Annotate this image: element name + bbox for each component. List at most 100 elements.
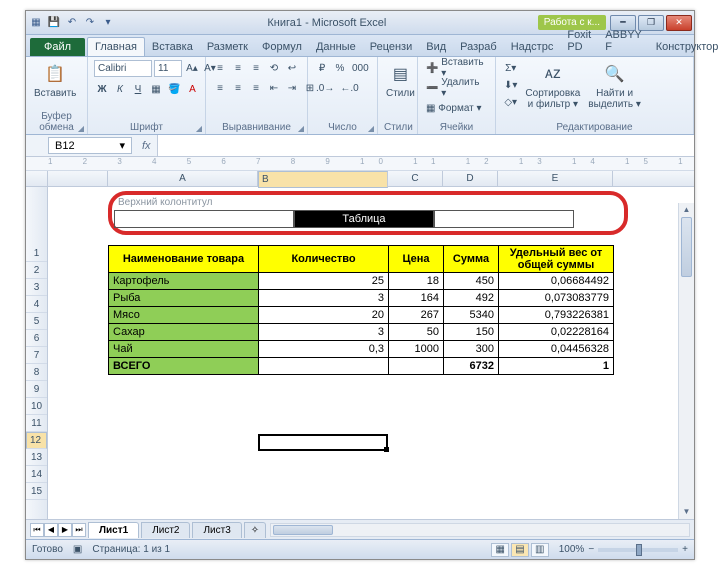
clear-icon[interactable]: ◇▾ — [502, 94, 519, 110]
th-name[interactable]: Наименование товара — [109, 246, 259, 273]
cell[interactable] — [259, 358, 389, 375]
col-header-C[interactable]: C — [388, 171, 443, 186]
tab-view[interactable]: Вид — [419, 38, 453, 56]
fill-color-button[interactable]: 🪣 — [166, 81, 182, 97]
row-header[interactable]: 8 — [26, 364, 47, 381]
row-header[interactable]: 5 — [26, 313, 47, 330]
align-top-icon[interactable]: ≡ — [212, 60, 228, 76]
align-bot-icon[interactable]: ≡ — [248, 60, 264, 76]
horizontal-scrollbar[interactable] — [270, 523, 690, 537]
worksheet-grid[interactable]: Верхний колонтитул Таблица Наименование … — [48, 187, 694, 519]
cell[interactable]: 1 — [499, 358, 614, 375]
orientation-icon[interactable]: ⟲ — [266, 60, 282, 76]
tab-foxit[interactable]: Foxit PD — [560, 26, 598, 56]
sheet-tab[interactable]: Лист1 — [88, 522, 139, 538]
cell[interactable]: Рыба — [109, 290, 259, 307]
row-header[interactable]: 1 — [26, 245, 47, 262]
tab-home[interactable]: Главная — [87, 37, 145, 56]
page-layout-view-icon[interactable]: ▤ — [511, 543, 529, 557]
align-left-icon[interactable]: ≡ — [212, 80, 228, 96]
header-right-segment[interactable] — [434, 210, 574, 228]
vertical-scrollbar[interactable]: ▲ ▼ — [678, 203, 694, 519]
grow-font-icon[interactable]: A▴ — [184, 61, 200, 77]
header-footer-zone[interactable]: Верхний колонтитул Таблица — [108, 191, 628, 235]
launcher-icon[interactable]: ◢ — [196, 124, 202, 133]
align-mid-icon[interactable]: ≡ — [230, 60, 246, 76]
cell[interactable]: 0,06684492 — [499, 273, 614, 290]
cell[interactable]: 18 — [389, 273, 444, 290]
cell[interactable]: 25 — [259, 273, 389, 290]
indent-inc-icon[interactable]: ⇥ — [284, 80, 300, 96]
cell[interactable]: 0,793226381 — [499, 307, 614, 324]
tab-nav-prev-icon[interactable]: ◀ — [44, 523, 58, 537]
col-header-E[interactable]: E — [498, 171, 613, 186]
scroll-down-icon[interactable]: ▼ — [679, 505, 694, 519]
zoom-level[interactable]: 100% — [559, 544, 585, 555]
macro-record-icon[interactable]: ▣ — [73, 544, 82, 555]
find-select-button[interactable]: 🔍Найти и выделить ▾ — [586, 60, 643, 112]
inc-decimal-icon[interactable]: .0→ — [314, 80, 336, 96]
th-price[interactable]: Цена — [389, 246, 444, 273]
cell[interactable]: Мясо — [109, 307, 259, 324]
insert-cells-button[interactable]: ➕ Вставить ▾ — [424, 60, 489, 76]
bold-button[interactable]: Ж — [94, 81, 110, 97]
header-center-segment[interactable]: Таблица — [294, 210, 434, 228]
fx-button[interactable]: fx — [136, 140, 157, 152]
tab-design[interactable]: Конструктор — [649, 38, 720, 56]
cell[interactable]: 492 — [444, 290, 499, 307]
normal-view-icon[interactable]: ▦ — [491, 543, 509, 557]
row-header[interactable]: 2 — [26, 262, 47, 279]
dec-decimal-icon[interactable]: ←.0 — [338, 80, 360, 96]
indent-dec-icon[interactable]: ⇤ — [266, 80, 282, 96]
cell[interactable]: Сахар — [109, 324, 259, 341]
row-header[interactable]: 10 — [26, 398, 47, 415]
select-all-corner[interactable] — [26, 171, 48, 186]
zoom-in-button[interactable]: + — [682, 544, 688, 555]
percent-icon[interactable]: % — [332, 60, 348, 76]
delete-cells-button[interactable]: ➖ Удалить ▾ — [424, 80, 489, 96]
format-cells-button[interactable]: ▦ Формат ▾ — [424, 100, 484, 116]
border-button[interactable]: ▦ — [148, 81, 164, 97]
font-size[interactable]: 11 — [154, 60, 182, 77]
page-break-view-icon[interactable]: ▥ — [531, 543, 549, 557]
scroll-thumb[interactable] — [273, 525, 333, 535]
file-tab[interactable]: Файл — [30, 38, 85, 56]
zoom-thumb[interactable] — [636, 544, 642, 556]
styles-button[interactable]: ▤Стили — [384, 60, 417, 101]
tab-developer[interactable]: Разраб — [453, 38, 504, 56]
redo-icon[interactable]: ↷ — [82, 15, 98, 31]
font-name[interactable]: Calibri — [94, 60, 152, 77]
cell[interactable]: 267 — [389, 307, 444, 324]
row-header[interactable]: 9 — [26, 381, 47, 398]
cell[interactable]: 300 — [444, 341, 499, 358]
tab-abbyy[interactable]: ABBYY F — [598, 26, 649, 56]
underline-button[interactable]: Ч — [130, 81, 146, 97]
row-header[interactable]: 11 — [26, 415, 47, 432]
row-header[interactable]: 6 — [26, 330, 47, 347]
tab-nav-first-icon[interactable]: ⏮ — [30, 523, 44, 537]
col-header-B[interactable]: B — [258, 171, 388, 188]
cell[interactable]: 50 — [389, 324, 444, 341]
cell[interactable]: 0,3 — [259, 341, 389, 358]
align-center-icon[interactable]: ≡ — [230, 80, 246, 96]
row-header[interactable]: 12 — [26, 432, 47, 449]
cell[interactable]: ВСЕГО — [109, 358, 259, 375]
scroll-up-icon[interactable]: ▲ — [679, 203, 694, 217]
wrap-text-icon[interactable]: ↩ — [284, 60, 300, 76]
sheet-tab[interactable]: Лист2 — [141, 522, 190, 538]
tab-data[interactable]: Данные — [309, 38, 363, 56]
launcher-icon[interactable]: ◢ — [298, 124, 304, 133]
cell[interactable]: 3 — [259, 290, 389, 307]
cell[interactable]: 3 — [259, 324, 389, 341]
cell[interactable]: 150 — [444, 324, 499, 341]
cell[interactable]: 0,02228164 — [499, 324, 614, 341]
zoom-out-button[interactable]: − — [588, 544, 594, 555]
tab-addins[interactable]: Надстрс — [504, 38, 561, 56]
cell[interactable] — [389, 358, 444, 375]
cell[interactable]: 20 — [259, 307, 389, 324]
row-header[interactable]: 4 — [26, 296, 47, 313]
close-button[interactable]: ✕ — [666, 15, 692, 31]
col-header-D[interactable]: D — [443, 171, 498, 186]
th-qty[interactable]: Количество — [259, 246, 389, 273]
tab-layout[interactable]: Разметк — [200, 38, 255, 56]
